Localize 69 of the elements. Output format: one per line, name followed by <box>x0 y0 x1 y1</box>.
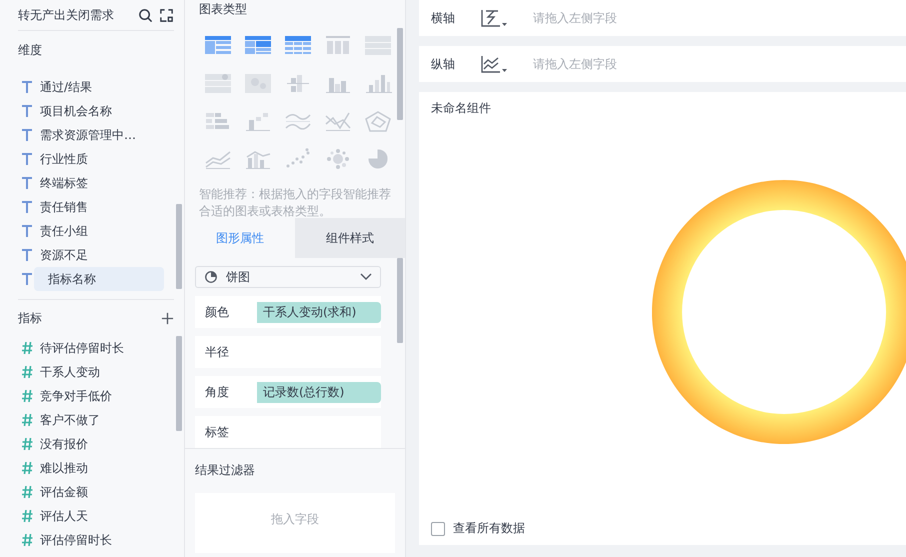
measure-field[interactable]: 评估停留时长 <box>0 528 164 552</box>
text-type-icon <box>22 153 32 165</box>
property-label: 颜色 <box>205 304 230 320</box>
measure-field[interactable]: 客户不做了 <box>0 408 164 432</box>
measure-field[interactable]: 评估金额 <box>0 480 164 504</box>
dimension-field[interactable]: 责任销售 <box>0 195 164 219</box>
number-type-icon <box>22 414 33 426</box>
add-icon[interactable] <box>161 312 174 324</box>
number-type-icon <box>22 342 33 354</box>
search-icon[interactable] <box>138 8 153 22</box>
chevron-down-icon <box>360 273 372 281</box>
text-type-icon <box>22 105 32 117</box>
property-row[interactable]: 半径 <box>195 336 381 368</box>
property-label: 标签 <box>205 424 230 440</box>
dimension-field[interactable]: 资源不足 <box>0 243 164 267</box>
dimension-field[interactable]: 通过/结果 <box>0 75 164 99</box>
measure-field[interactable]: 没有报价 <box>0 432 164 456</box>
measure-field[interactable]: 竞争对手低价 <box>0 384 164 408</box>
number-type-icon <box>22 438 33 450</box>
scrollbar[interactable] <box>176 336 182 431</box>
chart-type-select[interactable]: 饼图 <box>195 266 381 288</box>
text-type-icon <box>22 273 32 285</box>
axis-label: 纵轴 <box>431 56 456 72</box>
measure-field[interactable]: 待评估停留时长 <box>0 336 164 360</box>
section-title: 结果过滤器 <box>195 462 256 479</box>
component-title: 未命名组件 <box>431 100 492 117</box>
detail-table-chart-icon[interactable] <box>283 34 313 56</box>
property-row[interactable]: 颜色 干系人变动(求和) <box>195 296 381 328</box>
dimension-field[interactable]: 项目机会名称 <box>0 99 164 123</box>
property-label: 半径 <box>205 344 230 360</box>
cross-table-chart-icon[interactable] <box>243 34 273 56</box>
axis-label: 横轴 <box>431 10 456 26</box>
dataset-title: 转无产出关闭需求 <box>18 6 115 24</box>
number-type-icon <box>22 534 33 546</box>
text-type-icon <box>22 249 32 261</box>
scrollbar[interactable] <box>397 258 403 343</box>
dimension-field[interactable]: 终端标签 <box>0 171 164 195</box>
recommendation-hint: 智能推荐：根据拖入的字段智能推荐合适的图表或表格类型。 <box>199 186 391 220</box>
section-title: 指标 <box>18 310 43 326</box>
text-type-icon <box>22 81 32 93</box>
scrollbar[interactable] <box>176 204 182 289</box>
section-title: 图表类型 <box>199 1 248 18</box>
text-type-icon <box>22 129 32 141</box>
show-all-checkbox[interactable]: 查看所有数据 <box>431 520 525 537</box>
text-type-icon <box>22 177 32 189</box>
field-chip[interactable]: 干系人变动(求和) <box>257 302 381 322</box>
number-type-icon <box>22 510 33 522</box>
measure-field[interactable]: 干系人变动 <box>0 360 164 384</box>
text-type-icon <box>22 225 32 237</box>
checkbox[interactable] <box>431 522 445 536</box>
scrollbar[interactable] <box>397 28 403 120</box>
dimension-field[interactable]: 需求资源管理中… <box>0 123 164 147</box>
measure-field[interactable]: 难以推动 <box>0 456 164 480</box>
number-type-icon <box>22 366 33 378</box>
pie-chart-icon <box>204 270 218 284</box>
number-type-icon <box>22 462 33 474</box>
section-title: 维度 <box>18 42 43 58</box>
measure-field[interactable]: 评估人天 <box>0 504 164 528</box>
dimension-field[interactable]: 责任小组 <box>0 219 164 243</box>
field-chip[interactable]: 记录数(总行数) <box>257 382 381 402</box>
property-row[interactable]: 标签 <box>195 416 381 448</box>
dimension-field[interactable]: 行业性质 <box>0 147 164 171</box>
text-type-icon <box>22 201 32 213</box>
table-chart-icon[interactable] <box>203 34 233 56</box>
property-row[interactable]: 角度 记录数(总行数) <box>195 376 381 408</box>
number-type-icon <box>22 390 33 402</box>
property-label: 角度 <box>205 384 230 400</box>
tab[interactable]: 组件样式 <box>295 218 405 258</box>
number-type-icon <box>22 486 33 498</box>
